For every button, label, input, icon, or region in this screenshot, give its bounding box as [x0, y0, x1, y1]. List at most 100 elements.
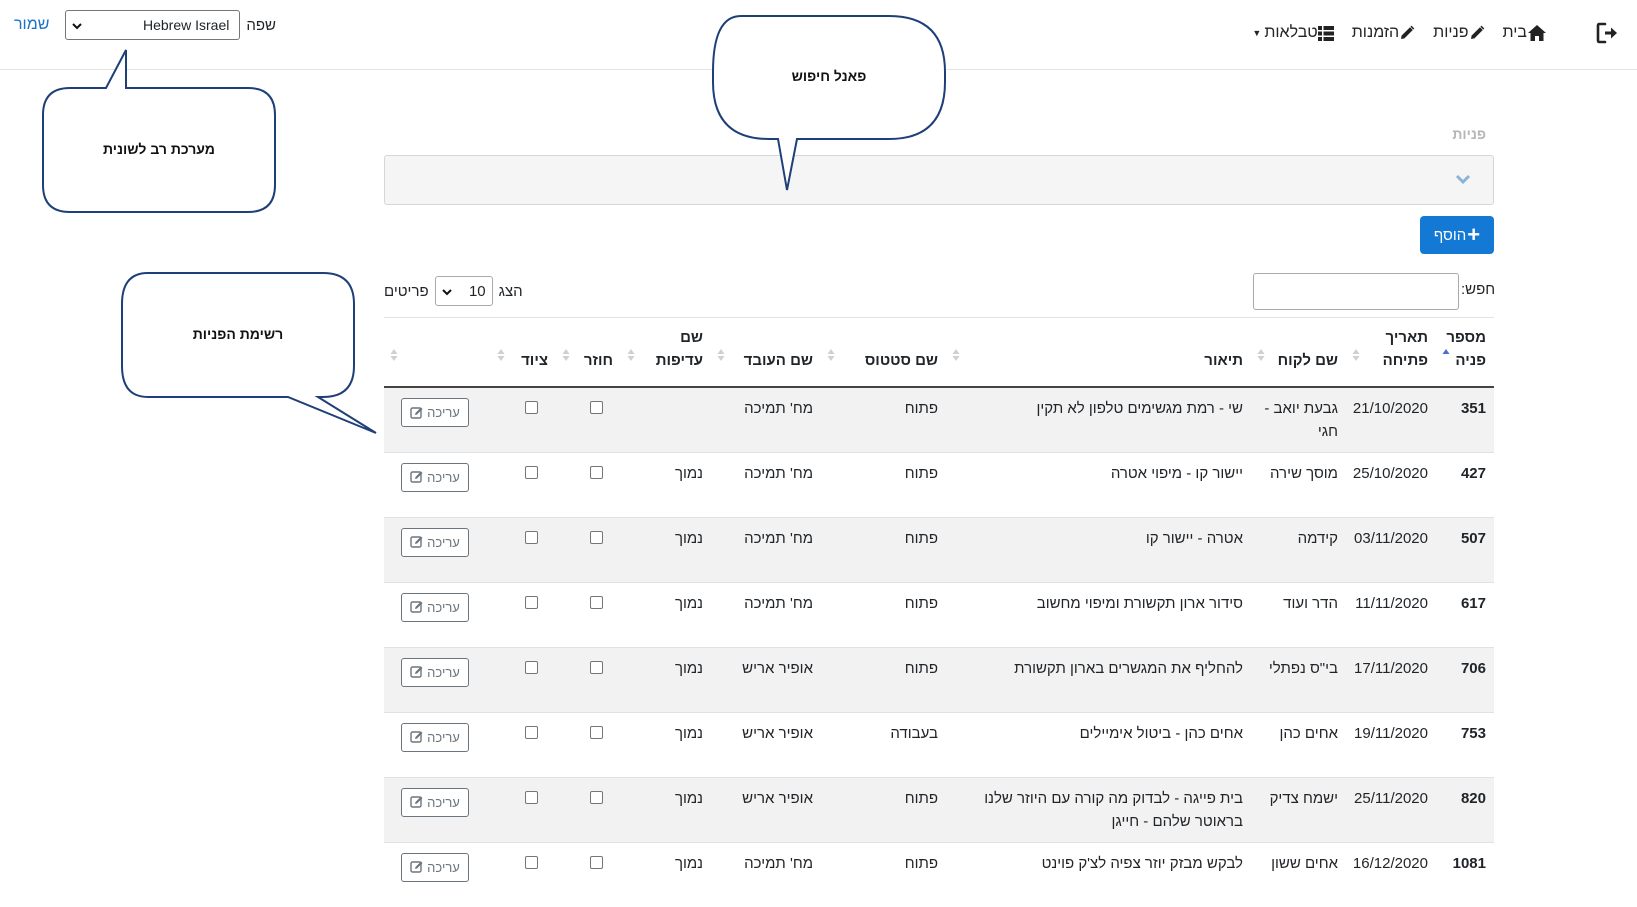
length-show-label: הצג — [498, 282, 523, 300]
col-header-equipment[interactable]: ציוד — [491, 318, 556, 388]
edit-icon — [410, 600, 424, 614]
col-header-recurring[interactable]: חוזר — [556, 318, 621, 388]
equipment-checkbox[interactable] — [525, 465, 538, 479]
edit-button[interactable]: עריכה — [401, 527, 469, 557]
equipment-checkbox[interactable] — [525, 401, 538, 414]
equipment-checkbox[interactable] — [525, 855, 538, 869]
recurring-checkbox[interactable] — [590, 401, 603, 414]
edit-button[interactable]: עריכה — [401, 398, 469, 427]
cell-employee: מח' תמיכה — [711, 841, 821, 907]
nav-item-requests[interactable]: פניות — [1433, 24, 1488, 42]
cell-actions: עריכה — [384, 451, 491, 517]
search-input[interactable] — [1253, 273, 1459, 310]
table-row[interactable]: 753 19/11/2020 אחים כהן אחים כהן - ביטול אי… — [384, 711, 1494, 777]
cell-description: סידור ארון תקשורת ומיפוי מחשוב — [946, 581, 1251, 647]
cell-recurring — [556, 711, 621, 777]
nav-item-home[interactable]: בית — [1503, 24, 1551, 42]
edit-button[interactable]: עריכה — [401, 657, 469, 687]
chevron-down-icon[interactable] — [1455, 172, 1471, 190]
cell-request-number[interactable]: 617 — [1436, 581, 1494, 647]
edit-icon — [410, 470, 424, 484]
edit-icon — [410, 860, 424, 874]
main-nav: בית פניות הזמנות טבלאות ▼ — [1238, 18, 1623, 48]
edit-button[interactable]: עריכה — [401, 462, 469, 492]
edit-button[interactable]: עריכה — [401, 722, 469, 752]
cell-customer: אחים כהן — [1251, 711, 1346, 777]
cell-recurring — [556, 776, 621, 842]
edit-button-label: עריכה — [427, 729, 460, 745]
cell-request-number[interactable]: 706 — [1436, 646, 1494, 712]
cell-description: שי - רמת מגשימים טלפון לא תקין — [946, 386, 1251, 452]
edit-button[interactable]: עריכה — [401, 592, 469, 622]
logout-button[interactable] — [1593, 18, 1623, 48]
cell-status: פתוח — [821, 581, 946, 647]
col-header-priority[interactable]: שם עדיפות — [621, 318, 711, 388]
table-row[interactable]: 1081 16/12/2020 אחים ששון לבקש מבזק יוזר צפ… — [384, 841, 1494, 907]
table-row[interactable]: 617 11/11/2020 הדר ועוד סידור ארון תקשורת ו… — [384, 581, 1494, 647]
edit-button-label: עריכה — [427, 664, 460, 680]
sort-icon — [562, 349, 570, 361]
logout-icon — [1596, 22, 1617, 44]
cell-priority: נמוך — [621, 646, 711, 712]
sort-icon — [1352, 349, 1360, 361]
nav-item-tables-label: טבלאות — [1264, 24, 1318, 41]
cell-equipment — [491, 451, 556, 517]
col-header-employee[interactable]: שם העובד — [711, 318, 821, 388]
language-select[interactable]: Hebrew Israel — [65, 10, 241, 40]
table-row[interactable]: 351 21/10/2020 גבעת יואב - חגי שי - רמת מגש… — [384, 386, 1494, 452]
col-header-label: שם העובד — [743, 352, 813, 369]
col-header-label: תאריך פתיחה — [1382, 329, 1428, 369]
recurring-checkbox[interactable] — [590, 790, 603, 804]
recurring-checkbox[interactable] — [590, 725, 603, 739]
cell-request-number[interactable]: 1081 — [1436, 841, 1494, 907]
table-row[interactable]: 507 03/11/2020 קידמה אטרה - יישור קו פתוח מח'… — [384, 516, 1494, 582]
recurring-checkbox[interactable] — [590, 660, 603, 674]
cell-actions: עריכה — [384, 516, 491, 582]
cell-request-number[interactable]: 507 — [1436, 516, 1494, 582]
edit-button[interactable]: עריכה — [401, 852, 469, 882]
cell-equipment — [491, 646, 556, 712]
save-link[interactable]: שמור — [14, 16, 49, 34]
cell-request-number[interactable]: 753 — [1436, 711, 1494, 777]
page-length-select[interactable]: 10 — [434, 276, 493, 306]
table-row[interactable]: 820 25/11/2020 ישמח צדיק בית פייגה - לבדוק … — [384, 776, 1494, 842]
nav-item-home-label: בית — [1502, 24, 1527, 41]
equipment-checkbox[interactable] — [525, 725, 538, 739]
nav-item-orders[interactable]: הזמנות — [1352, 24, 1419, 42]
language-label: שפה — [246, 16, 276, 34]
cell-description: אחים כהן - ביטול אימיילים — [946, 711, 1251, 777]
recurring-checkbox[interactable] — [590, 530, 603, 544]
cell-request-number[interactable]: 427 — [1436, 451, 1494, 517]
cell-employee: מח' תמיכה — [711, 451, 821, 517]
cell-recurring — [556, 841, 621, 907]
page-length-control: פריטים 10 הצג — [384, 276, 523, 306]
equipment-checkbox[interactable] — [525, 660, 538, 674]
recurring-checkbox[interactable] — [590, 465, 603, 479]
col-header-actions[interactable] — [384, 318, 491, 388]
recurring-checkbox[interactable] — [590, 595, 603, 609]
col-header-status[interactable]: שם סטטוס — [821, 318, 946, 388]
search-panel[interactable] — [384, 155, 1494, 205]
cell-description: בית פייגה - לבדוק מה קורה עם היוזר שלנו … — [946, 776, 1251, 842]
equipment-checkbox[interactable] — [525, 530, 538, 544]
table-row[interactable]: 427 25/10/2020 מוסך שירה יישור קו - מיפוי א… — [384, 451, 1494, 517]
cell-request-number[interactable]: 820 — [1436, 776, 1494, 842]
col-header-open-date[interactable]: תאריך פתיחה — [1346, 318, 1436, 388]
nav-item-tables-dropdown[interactable]: טבלאות ▼ — [1252, 24, 1337, 42]
edit-button[interactable]: עריכה — [401, 787, 469, 817]
sort-icon — [717, 349, 725, 361]
cell-customer: מוסך שירה — [1251, 451, 1346, 517]
col-header-request-number[interactable]: מספר פניה — [1436, 318, 1494, 388]
cell-equipment — [491, 711, 556, 777]
cell-request-number[interactable]: 351 — [1436, 386, 1494, 452]
equipment-checkbox[interactable] — [525, 790, 538, 804]
add-button[interactable]: + הוסף — [1420, 216, 1494, 254]
col-header-customer[interactable]: שם לקוח — [1251, 318, 1346, 388]
table-row[interactable]: 706 17/11/2020 בי"ס נפתלי להחליף את המגשרים… — [384, 646, 1494, 712]
col-header-description[interactable]: תיאור — [946, 318, 1251, 388]
equipment-checkbox[interactable] — [525, 595, 538, 609]
cell-status: בעבודה — [821, 711, 946, 777]
recurring-checkbox[interactable] — [590, 855, 603, 869]
top-navbar: בית פניות הזמנות טבלאות ▼ שמור Hebrew Is… — [0, 0, 1637, 70]
nav-item-orders-label: הזמנות — [1351, 24, 1400, 41]
